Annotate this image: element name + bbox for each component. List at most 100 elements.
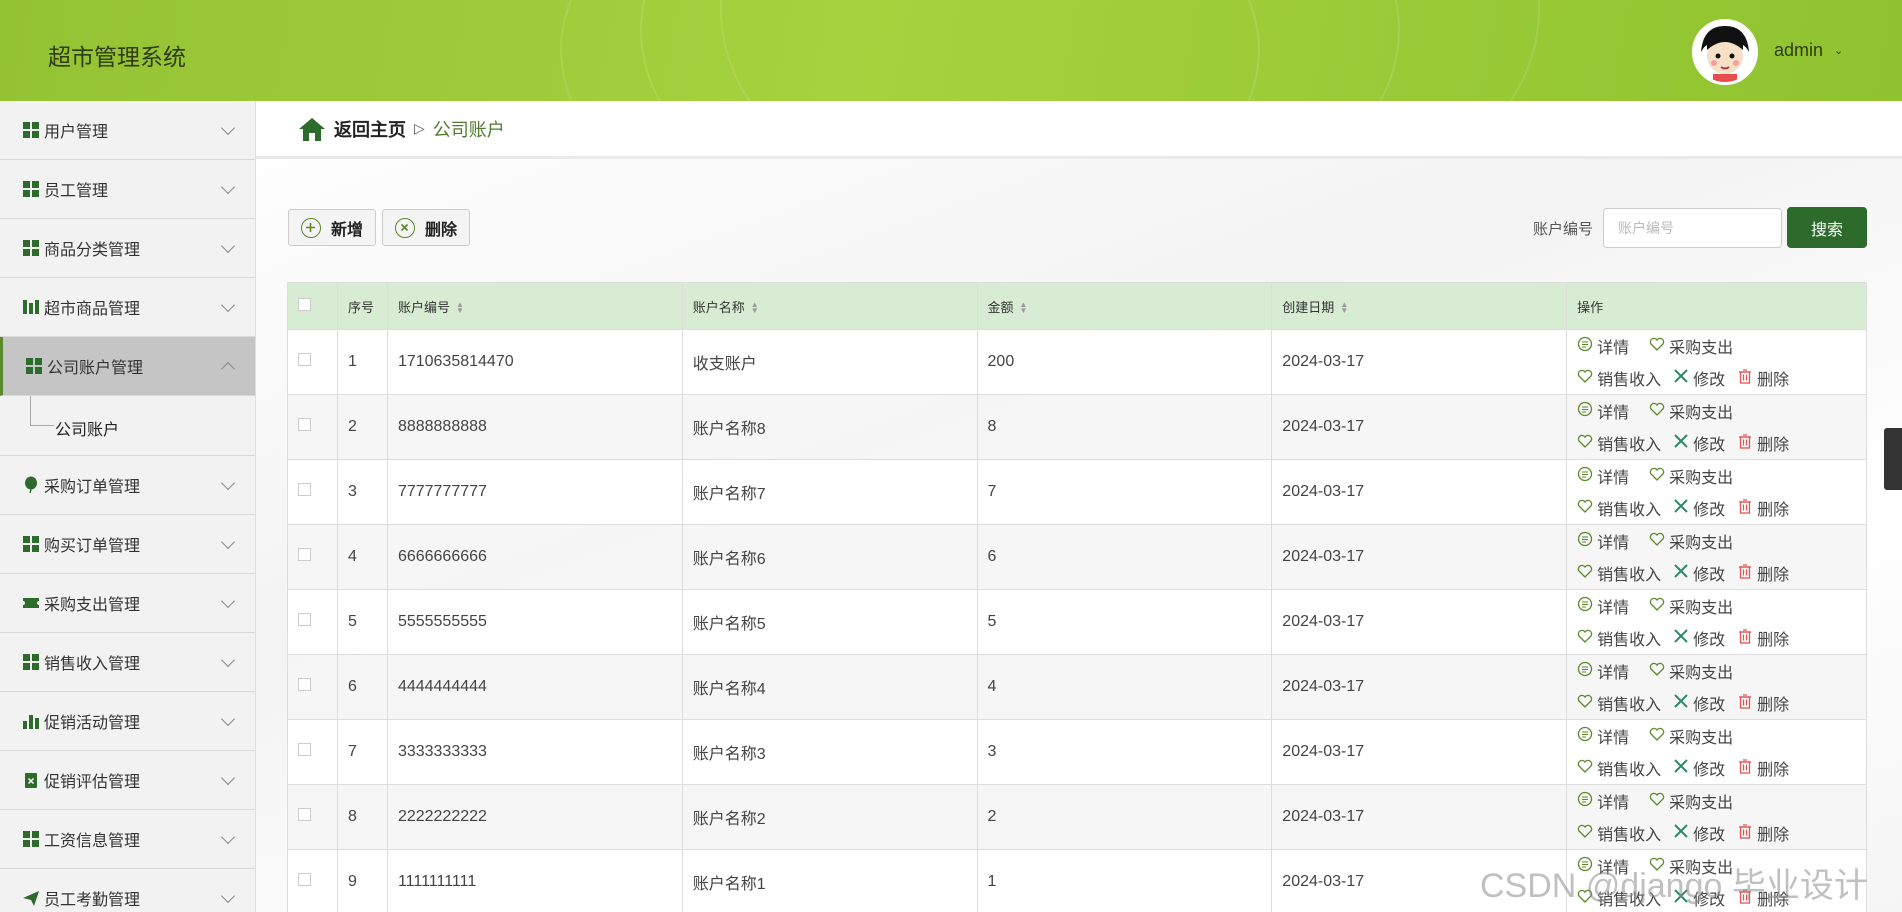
trash-icon <box>1737 628 1757 649</box>
row-checkbox[interactable] <box>298 613 311 626</box>
sidebar-item-12[interactable]: 员工考勤管理 <box>0 869 255 912</box>
edit-button[interactable]: 修改 <box>1673 431 1725 455</box>
heart-icon <box>1649 726 1669 747</box>
sales-income-button[interactable]: 销售收入 <box>1577 561 1661 585</box>
detail-button[interactable]: 详情 <box>1577 789 1649 813</box>
cell-actions: 详情 采购支出销售收入 修改 删除 <box>1566 394 1867 460</box>
sidebar-item-7[interactable]: 采购支出管理 <box>0 574 255 633</box>
sales-income-button[interactable]: 销售收入 <box>1577 821 1661 845</box>
table-row: 4 6666666666 账户名称6 6 2024-03-17 详情 采购支出 销售收入 修改删… <box>287 524 1867 590</box>
sidebar-item-11[interactable]: 工资信息管理 <box>0 810 255 869</box>
sort-icon[interactable]: ▲ ▼ <box>1340 301 1348 315</box>
purchase-expense-button[interactable]: 采购支出 <box>1649 594 1739 618</box>
edit-button[interactable]: 修改 <box>1673 366 1725 390</box>
cell-no: 1 <box>336 329 388 395</box>
detail-button[interactable]: 详情 <box>1577 529 1649 553</box>
detail-button[interactable]: 详情 <box>1577 659 1649 683</box>
sales-income-button[interactable]: 销售收入 <box>1577 756 1661 780</box>
user-avatar[interactable] <box>1692 19 1758 85</box>
sidebar-item-5[interactable]: 采购订单管理 <box>0 456 255 515</box>
row-delete-button[interactable]: 删除 <box>1737 366 1789 390</box>
home-icon[interactable] <box>298 116 326 142</box>
sort-icon[interactable]: ▲ ▼ <box>751 301 759 315</box>
user-name[interactable]: admin <box>1774 40 1823 61</box>
sidebar-item-label: 员工考勤管理 <box>44 892 141 909</box>
purchase-expense-button[interactable]: 采购支出 <box>1649 399 1739 423</box>
purchase-expense-button[interactable]: 采购支出 <box>1649 529 1739 553</box>
sidebar-item-4[interactable]: 公司账户管理 <box>0 337 255 396</box>
chevron-icon <box>220 593 236 609</box>
sort-icon[interactable]: ▲ ▼ <box>1020 301 1028 315</box>
add-button[interactable]: 新增 <box>288 209 377 246</box>
sales-income-button[interactable]: 销售收入 <box>1577 626 1661 650</box>
detail-button[interactable]: 详情 <box>1577 399 1649 423</box>
row-checkbox[interactable] <box>298 353 311 366</box>
detail-button[interactable]: 详情 <box>1577 724 1649 748</box>
col-header-name[interactable]: 账户名称 ▲ ▼ <box>681 282 978 330</box>
cell-code: 1710635814470 <box>386 329 683 395</box>
tools-icon <box>1673 823 1693 844</box>
cell-name: 账户名称7 <box>681 459 978 525</box>
row-delete-button[interactable]: 删除 <box>1737 561 1789 585</box>
row-checkbox[interactable] <box>298 548 311 561</box>
row-delete-button[interactable]: 删除 <box>1737 756 1789 780</box>
col-header-date[interactable]: 创建日期 ▲ ▼ <box>1271 282 1568 330</box>
edit-button[interactable]: 修改 <box>1673 496 1725 520</box>
sidebar-item-8[interactable]: 销售收入管理 <box>0 633 255 692</box>
sidebar-subitem-0[interactable]: 公司账户 <box>0 396 255 456</box>
sidebar-item-1[interactable]: 员工管理 <box>0 160 255 219</box>
edit-button[interactable]: 修改 <box>1673 561 1725 585</box>
grid-icon <box>22 180 40 198</box>
cell-no: 8 <box>336 784 388 850</box>
row-delete-button[interactable]: 删除 <box>1737 431 1789 455</box>
detail-button[interactable]: 详情 <box>1577 464 1649 488</box>
row-delete-button[interactable]: 删除 <box>1737 626 1789 650</box>
sidebar-item-9[interactable]: 促销活动管理 <box>0 692 255 751</box>
row-checkbox[interactable] <box>298 678 311 691</box>
search-button[interactable]: 搜索 <box>1787 207 1867 248</box>
sales-income-button[interactable]: 销售收入 <box>1577 366 1661 390</box>
detail-icon <box>1577 466 1597 487</box>
purchase-expense-button[interactable]: 采购支出 <box>1649 334 1739 358</box>
sort-icon[interactable]: ▲ ▼ <box>456 301 464 315</box>
detail-button[interactable]: 详情 <box>1577 334 1649 358</box>
edit-button[interactable]: 修改 <box>1673 691 1725 715</box>
edit-button[interactable]: 修改 <box>1673 821 1725 845</box>
row-checkbox[interactable] <box>298 743 311 756</box>
cell-name: 账户名称8 <box>681 394 978 460</box>
sales-income-button[interactable]: 销售收入 <box>1577 431 1661 455</box>
chevron-down-icon[interactable]: ⌄ <box>1834 44 1843 57</box>
row-delete-button[interactable]: 删除 <box>1737 496 1789 520</box>
sidebar-item-3[interactable]: 超市商品管理 <box>0 278 255 337</box>
col-header-amount[interactable]: 金额 ▲ ▼ <box>976 282 1273 330</box>
select-all-checkbox[interactable] <box>298 298 311 311</box>
sidebar-item-10[interactable]: 促销评估管理 <box>0 751 255 810</box>
row-checkbox[interactable] <box>298 483 311 496</box>
detail-button[interactable]: 详情 <box>1577 594 1649 618</box>
edit-button[interactable]: 修改 <box>1673 626 1725 650</box>
purchase-expense-button[interactable]: 采购支出 <box>1649 659 1739 683</box>
sidebar-item-6[interactable]: 购买订单管理 <box>0 515 255 574</box>
row-delete-button[interactable]: 删除 <box>1737 821 1789 845</box>
chevron-icon <box>220 711 236 727</box>
purchase-expense-button[interactable]: 采购支出 <box>1649 789 1739 813</box>
row-checkbox[interactable] <box>298 418 311 431</box>
breadcrumb-home-link[interactable]: 返回主页 <box>334 116 406 142</box>
search-input[interactable] <box>1603 208 1782 248</box>
sidebar-item-0[interactable]: 用户管理 <box>0 101 255 160</box>
sidebar-item-2[interactable]: 商品分类管理 <box>0 219 255 278</box>
col-header-code[interactable]: 账户编号 ▲ ▼ <box>386 282 683 330</box>
sales-income-button[interactable]: 销售收入 <box>1577 496 1661 520</box>
row-checkbox[interactable] <box>298 873 311 886</box>
purchase-expense-button[interactable]: 采购支出 <box>1649 724 1739 748</box>
cell-amount: 3 <box>976 719 1273 785</box>
row-delete-button[interactable]: 删除 <box>1737 691 1789 715</box>
chevron-icon <box>220 475 236 491</box>
sales-income-button[interactable]: 销售收入 <box>1577 691 1661 715</box>
side-panel-toggle[interactable] <box>1884 428 1902 490</box>
edit-button[interactable]: 修改 <box>1673 756 1725 780</box>
send-icon <box>22 889 40 907</box>
purchase-expense-button[interactable]: 采购支出 <box>1649 464 1739 488</box>
row-checkbox[interactable] <box>298 808 311 821</box>
delete-button[interactable]: 删除 <box>382 209 471 246</box>
